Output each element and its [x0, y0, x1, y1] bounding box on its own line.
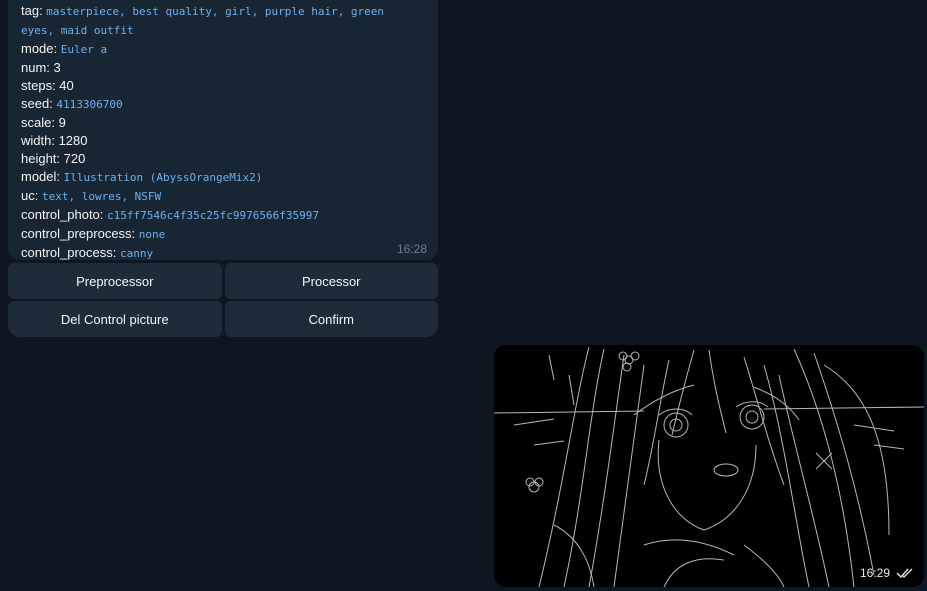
field-value[interactable]: eyes, maid outfit: [21, 24, 134, 37]
incoming-message-bubble: tag: masterpiece, best quality, girl, pu…: [8, 0, 438, 260]
field-key: seed:: [21, 96, 57, 111]
chat-area: tag: masterpiece, best quality, girl, pu…: [0, 0, 927, 591]
inline-keyboard: Preprocessor Processor Del Control pictu…: [8, 263, 438, 339]
photo-meta: 16:29: [860, 566, 916, 580]
keyboard-row: Preprocessor Processor: [8, 263, 438, 299]
field-key: width:: [21, 133, 59, 148]
message-line: steps: 40: [21, 77, 425, 95]
message-time: 16:28: [396, 242, 427, 256]
message-line: model: Illustration (AbyssOrangeMix2): [21, 168, 425, 187]
field-value[interactable]: text, lowres, NSFW: [42, 190, 161, 203]
message-line: seed: 4113306700: [21, 95, 425, 114]
field-key: mode:: [21, 41, 61, 56]
message-line: uc: text, lowres, NSFW: [21, 187, 425, 206]
message-line: width: 1280: [21, 132, 425, 150]
outgoing-photo-message[interactable]: 16:29: [494, 345, 924, 587]
field-key: control_photo:: [21, 207, 108, 222]
field-value[interactable]: c15ff7546c4f35c25fc9976566f35997: [107, 209, 319, 222]
photo-time: 16:29: [859, 566, 890, 580]
message-line: control_preprocess: none: [21, 225, 425, 244]
field-value: 1280: [58, 133, 88, 148]
field-value[interactable]: masterpiece, best quality, girl, purple …: [46, 5, 384, 18]
field-key: uc:: [21, 188, 42, 203]
message-line: mode: Euler a: [21, 40, 425, 59]
message-line: height: 720: [21, 150, 425, 168]
field-value[interactable]: canny: [120, 247, 153, 260]
confirm-button[interactable]: Confirm: [224, 301, 438, 337]
field-value: 720: [63, 151, 86, 166]
field-key: model:: [21, 169, 64, 184]
field-value: 3: [53, 60, 61, 75]
field-key: tag:: [21, 3, 47, 18]
processor-button[interactable]: Processor: [224, 263, 438, 299]
field-key: height:: [21, 151, 64, 166]
message-text: tag: masterpiece, best quality, girl, pu…: [21, 2, 425, 263]
field-key: control_process:: [21, 245, 120, 260]
field-value[interactable]: Euler a: [61, 43, 107, 56]
message-line: tag: masterpiece, best quality, girl, pu…: [21, 2, 425, 21]
field-value: 9: [58, 115, 66, 130]
field-value[interactable]: Illustration (AbyssOrangeMix2): [64, 171, 263, 184]
field-key: scale:: [21, 115, 59, 130]
field-key: control_preprocess:: [21, 226, 139, 241]
message-line: scale: 9: [21, 114, 425, 132]
field-value[interactable]: 4113306700: [56, 98, 122, 111]
keyboard-row: Del Control picture Confirm: [8, 301, 438, 337]
message-line: control_photo: c15ff7546c4f35c25fc997656…: [21, 206, 425, 225]
canny-edge-photo[interactable]: [494, 345, 924, 587]
del-control-picture-button[interactable]: Del Control picture: [8, 301, 222, 337]
field-value[interactable]: none: [139, 228, 166, 241]
double-check-icon: [896, 568, 913, 579]
field-key: num:: [21, 60, 54, 75]
field-key: steps:: [21, 78, 60, 93]
field-value: 40: [59, 78, 74, 93]
message-line: control_process: canny: [21, 244, 425, 263]
preprocessor-button[interactable]: Preprocessor: [8, 263, 222, 299]
message-line: num: 3: [21, 59, 425, 77]
message-line: eyes, maid outfit: [21, 21, 425, 40]
